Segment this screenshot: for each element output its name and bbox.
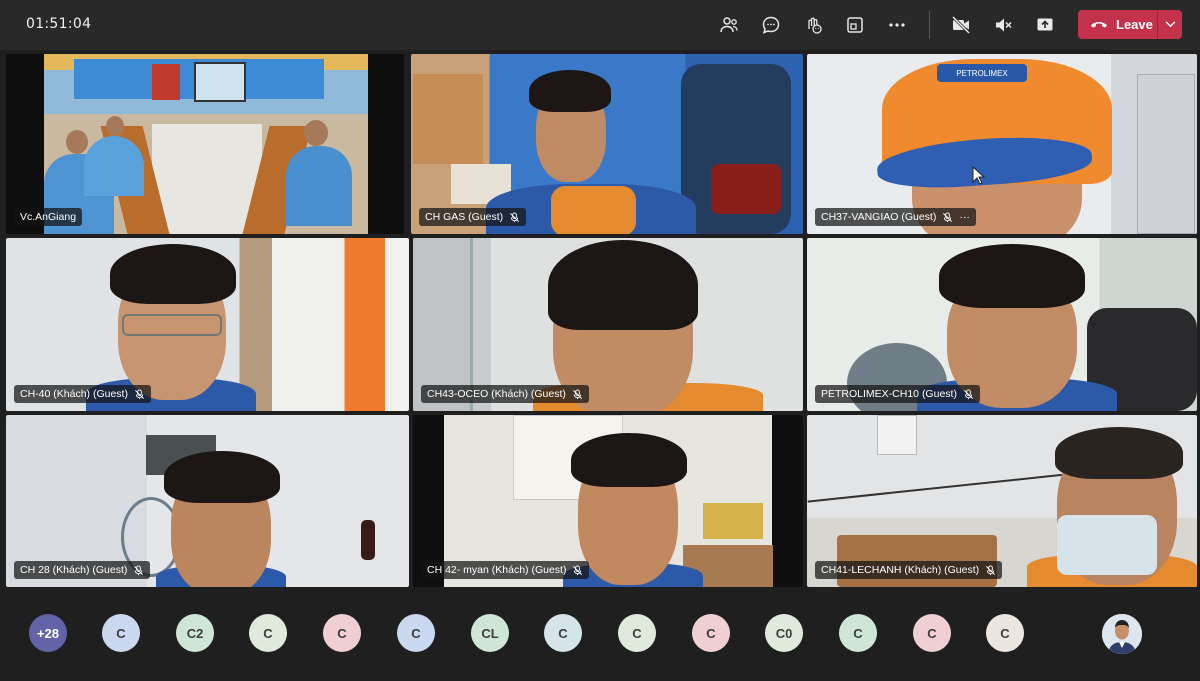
participant-name-label: CH37-VANGIAO (Guest) ··· xyxy=(815,208,976,226)
participant-initials: C xyxy=(927,625,937,641)
participant-name-label: CH 28 (Khách) (Guest) xyxy=(14,561,151,579)
participant-initials: C xyxy=(1000,625,1010,641)
participant-name: CH 42- myan (Khách) (Guest) xyxy=(427,564,567,576)
self-avatar-image xyxy=(1102,614,1142,654)
reactions-icon xyxy=(808,17,822,34)
participant-initials: C xyxy=(558,625,568,641)
camera-off-icon xyxy=(951,15,971,35)
mouse-cursor-icon xyxy=(972,166,986,185)
video-grid: Vc.AnGiang CH GAS (Guest) PETROLIMEX CH3… xyxy=(6,54,1197,587)
participant-avatar[interactable]: C xyxy=(839,614,877,652)
participant-name-label: PETROLIMEX-CH10 (Guest) xyxy=(815,385,980,403)
mic-muted-icon xyxy=(573,564,583,575)
mic-muted-icon xyxy=(572,388,582,399)
self-avatar[interactable] xyxy=(1102,614,1142,654)
mic-muted-icon xyxy=(135,388,144,399)
meeting-toolbar: 01:51:04 Leave xyxy=(0,0,1200,50)
video-tile[interactable]: PETROLIMEX CH37-VANGIAO (Guest) ··· xyxy=(807,54,1197,234)
video-tile[interactable]: CH 42- myan (Khách) (Guest) xyxy=(413,415,803,587)
mic-toggle-button[interactable] xyxy=(987,9,1019,41)
people-icon xyxy=(720,17,738,33)
video-tile[interactable]: Vc.AnGiang xyxy=(6,54,404,234)
participant-initials: C0 xyxy=(775,625,793,641)
participant-avatar[interactable]: C xyxy=(249,614,287,652)
meeting-timer: 01:51:04 xyxy=(26,16,92,32)
share-screen-button[interactable] xyxy=(1029,9,1061,41)
mic-muted-icon xyxy=(986,564,996,575)
overflow-count-button[interactable]: +28 xyxy=(29,614,67,652)
mic-muted-icon xyxy=(134,564,144,575)
participant-name: CH43-OCEO (Khách) (Guest) xyxy=(427,388,566,400)
participant-avatar[interactable]: C xyxy=(692,614,730,652)
leave-main[interactable]: Leave xyxy=(1078,10,1157,39)
leave-label: Leave xyxy=(1116,17,1153,32)
mic-off-icon xyxy=(996,18,1012,32)
share-screen-icon xyxy=(1037,18,1053,31)
video-tile[interactable]: CH41-LECHANH (Khách) (Guest) xyxy=(807,415,1197,587)
mic-muted-icon xyxy=(943,211,953,222)
participant-initials: C2 xyxy=(186,625,204,641)
people-button[interactable] xyxy=(713,9,745,41)
video-tile[interactable]: CH-40 (Khách) (Guest) xyxy=(6,238,409,411)
participant-avatar[interactable]: C xyxy=(544,614,582,652)
participant-avatar[interactable]: C xyxy=(323,614,361,652)
participant-initials: C xyxy=(853,625,863,641)
leave-button[interactable]: Leave xyxy=(1078,10,1182,39)
participant-initials: C xyxy=(706,625,716,641)
participant-name-label: Vc.AnGiang xyxy=(14,208,83,226)
chat-icon xyxy=(762,16,780,34)
tile-more-options[interactable]: ··· xyxy=(959,211,970,223)
participant-initials: C xyxy=(263,625,273,641)
participant-avatar[interactable]: CL xyxy=(471,614,509,652)
participant-name-label: CH 42- myan (Khách) (Guest) xyxy=(421,561,590,579)
reactions-button[interactable] xyxy=(797,9,829,41)
participant-initials: C xyxy=(411,625,421,641)
participant-overflow-bar: +28 C C2 C C C CL C C C C0 C C C xyxy=(0,593,1200,681)
chat-button[interactable] xyxy=(755,9,787,41)
participant-name-label: CH43-OCEO (Khách) (Guest) xyxy=(421,385,589,403)
participant-avatar[interactable]: C xyxy=(986,614,1024,652)
participant-name-label: CH-40 (Khách) (Guest) xyxy=(14,385,151,403)
participant-name-label: CH41-LECHANH (Khách) (Guest) xyxy=(815,561,1003,579)
more-icon xyxy=(889,23,905,27)
mic-muted-icon xyxy=(510,211,520,222)
room-scene xyxy=(44,54,368,234)
participant-name: CH 28 (Khách) (Guest) xyxy=(20,564,128,576)
chevron-down-icon xyxy=(1165,21,1175,28)
participant-name: CH37-VANGIAO (Guest) xyxy=(821,211,937,223)
participant-initials: CL xyxy=(481,625,499,641)
video-tile[interactable]: CH43-OCEO (Khách) (Guest) xyxy=(413,238,803,411)
teams-meeting-window: 01:51:04 Leave Vc.AnGiang CH GAS (Guest)… xyxy=(0,0,1200,681)
toolbar-divider xyxy=(929,11,930,39)
share-tray-button[interactable] xyxy=(839,9,871,41)
hang-up-icon xyxy=(1090,22,1108,28)
participant-name: Vc.AnGiang xyxy=(20,211,77,223)
participant-avatar[interactable]: C xyxy=(913,614,951,652)
share-tray-icon xyxy=(847,17,863,33)
more-actions-button[interactable] xyxy=(881,9,913,41)
participant-name: PETROLIMEX-CH10 (Guest) xyxy=(821,388,957,400)
video-tile[interactable]: CH GAS (Guest) xyxy=(411,54,803,234)
cap-logo: PETROLIMEX xyxy=(937,64,1027,82)
participant-name: CH41-LECHANH (Khách) (Guest) xyxy=(821,564,980,576)
participant-name-label: CH GAS (Guest) xyxy=(419,208,527,226)
participant-avatar[interactable]: C xyxy=(102,614,140,652)
participant-avatar[interactable]: C0 xyxy=(765,614,803,652)
participant-initials: C xyxy=(337,625,347,641)
mic-muted-icon xyxy=(964,388,973,399)
participant-avatar[interactable]: C xyxy=(618,614,656,652)
participant-avatar[interactable]: C xyxy=(397,614,435,652)
leave-options-button[interactable] xyxy=(1158,10,1182,39)
overflow-count: +28 xyxy=(36,625,60,641)
camera-toggle-button[interactable] xyxy=(945,9,977,41)
participant-name: CH GAS (Guest) xyxy=(425,211,504,223)
participant-name: CH-40 (Khách) (Guest) xyxy=(20,388,128,400)
video-tile[interactable]: PETROLIMEX-CH10 (Guest) xyxy=(807,238,1197,411)
video-tile[interactable]: CH 28 (Khách) (Guest) xyxy=(6,415,409,587)
participant-avatar[interactable]: C2 xyxy=(176,614,214,652)
participant-initials: C xyxy=(116,625,126,641)
participant-initials: C xyxy=(632,625,642,641)
